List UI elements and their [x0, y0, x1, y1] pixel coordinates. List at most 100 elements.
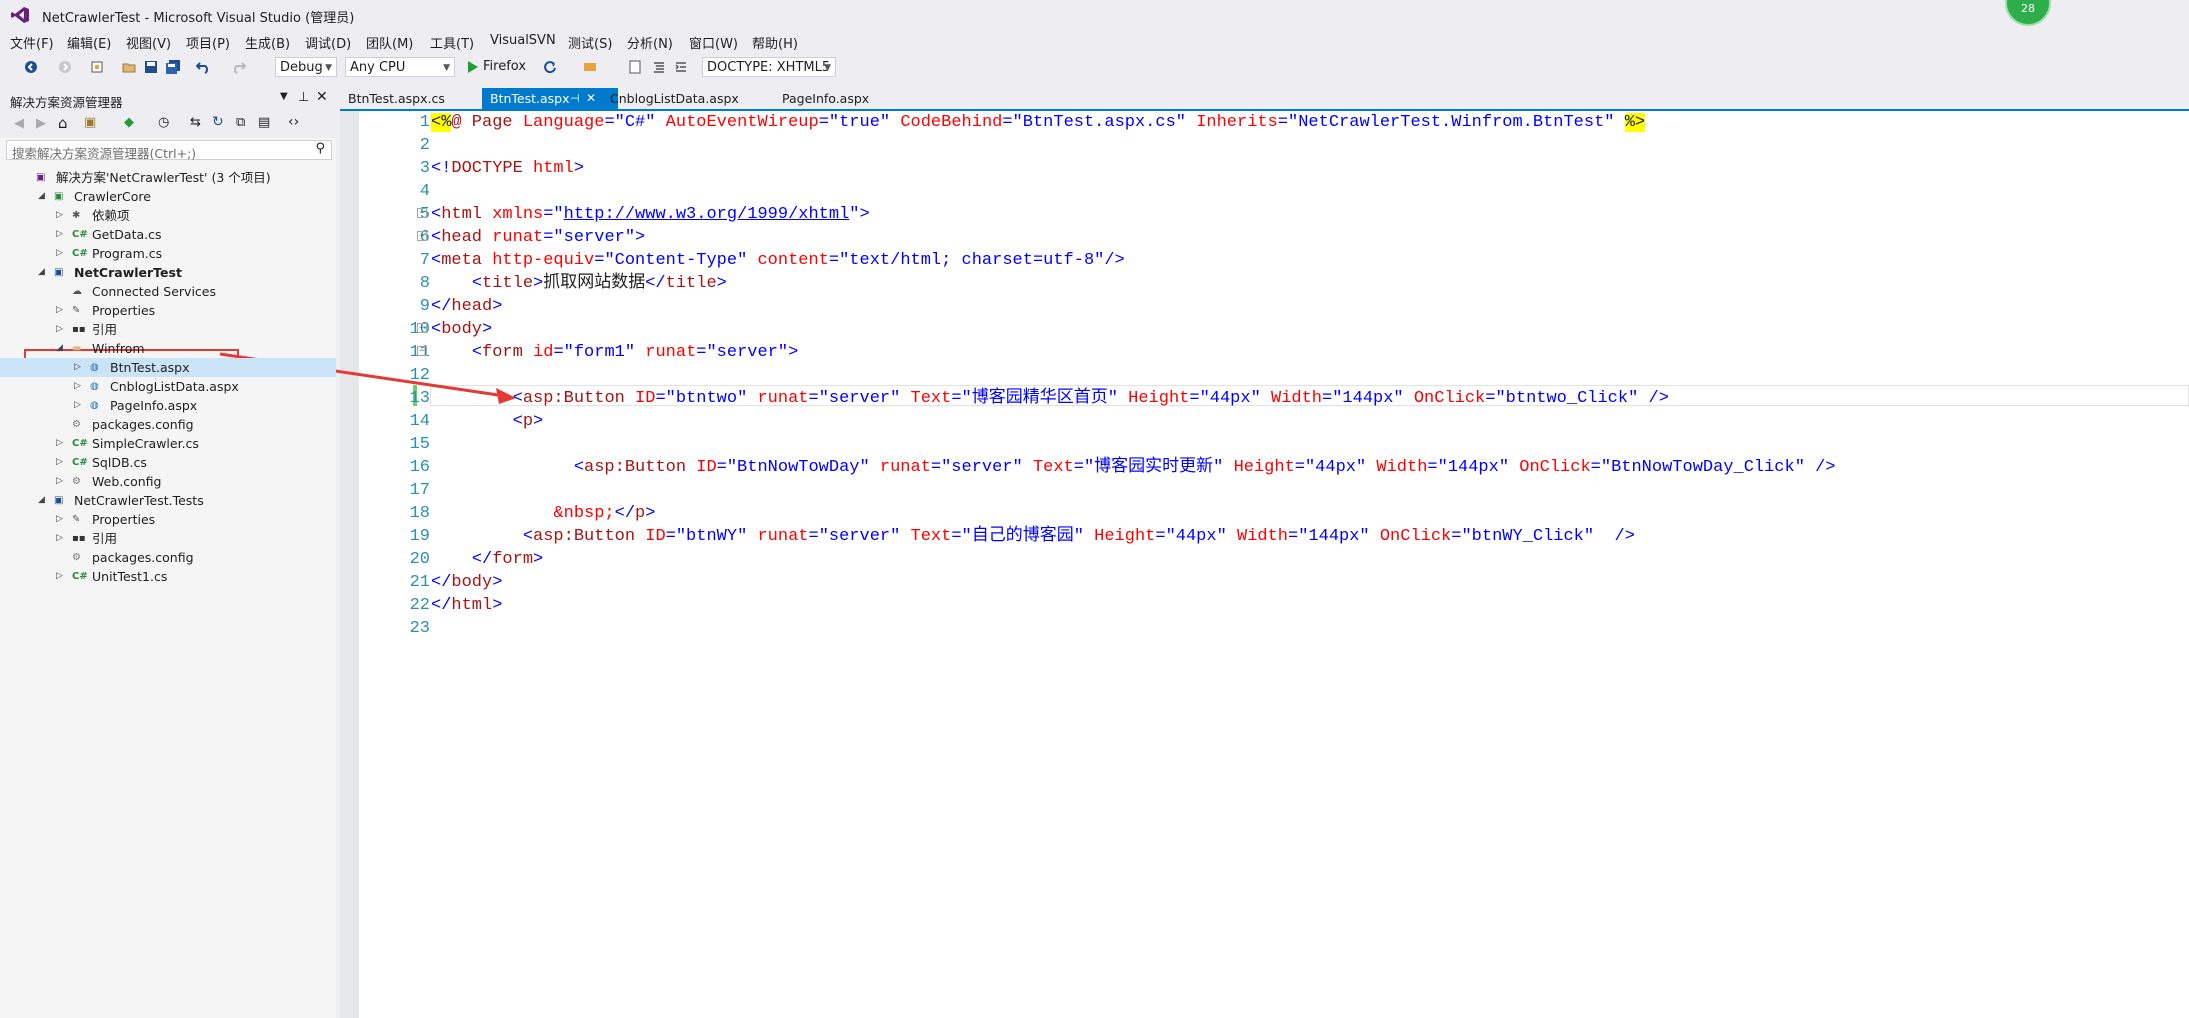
collapsed-arrow-icon[interactable]: ▷ [74, 396, 84, 415]
tree-item[interactable]: ▷ C# GetData.cs [0, 225, 336, 244]
collapsed-arrow-icon[interactable]: ▷ [56, 472, 66, 491]
code-line[interactable]: 13 <asp:Button ID="btntwo" runat="server… [340, 387, 2189, 410]
history-icon[interactable]: ◷ [158, 115, 169, 130]
code-line[interactable]: 11− <form id="form1" runat="server"> [340, 341, 2189, 364]
collapse-region-icon[interactable]: − [417, 323, 427, 333]
code-line[interactable]: 10− <body> [340, 318, 2189, 341]
forward-icon[interactable]: ▶ [36, 116, 46, 131]
sync-icon[interactable]: ⇆ [190, 115, 201, 130]
back-icon[interactable] [24, 60, 38, 74]
code-line[interactable]: 1 <%@ Page Language="C#" AutoEventWireup=… [340, 111, 2189, 134]
tree-item[interactable]: ▷ ⚙ Web.config [0, 472, 336, 491]
tree-item[interactable]: ☁ Connected Services [0, 282, 336, 301]
browser-target-label[interactable]: Firefox [483, 57, 526, 77]
tree-item[interactable]: ⚙ packages.config [0, 415, 336, 434]
menu-build[interactable]: 生成(B) [245, 33, 290, 52]
close-icon[interactable]: ✕ [586, 88, 596, 109]
collapse-all-icon[interactable]: ⧉ [236, 115, 245, 130]
forward-icon[interactable] [58, 60, 72, 74]
tree-item[interactable]: ▷ ▪▪ 引用 [0, 320, 336, 339]
menu-team[interactable]: 团队(M) [366, 33, 413, 52]
pending-changes-icon[interactable]: ◆ [124, 115, 134, 130]
menu-visualsvn[interactable]: VisualSVN [490, 33, 556, 48]
collapsed-arrow-icon[interactable]: ▷ [56, 529, 66, 548]
notification-badge[interactable]: 28 [2005, 0, 2051, 26]
tree-item[interactable]: ▷ ▪▪ 引用 [0, 529, 336, 548]
menu-file[interactable]: 文件(F) [10, 33, 54, 52]
code-line[interactable]: 18 &nbsp;</p> [340, 502, 2189, 525]
save-all-icon[interactable] [166, 60, 180, 74]
refresh-icon[interactable]: ↻ [212, 114, 224, 130]
tree-item[interactable]: ▷ ✎ Properties [0, 301, 336, 320]
solution-configuration-select[interactable]: Debug ▼ [275, 57, 337, 77]
tab-pageinfo-aspx[interactable]: PageInfo.aspx [774, 88, 877, 109]
code-line[interactable]: 20 </form> [340, 548, 2189, 571]
code-line[interactable]: 14 <p> [340, 410, 2189, 433]
home-icon[interactable]: ⌂ [58, 114, 68, 132]
menu-debug[interactable]: 调试(D) [305, 33, 351, 52]
tab-btntest-aspx[interactable]: BtnTest.aspx ⊣ ✕ [482, 88, 618, 109]
menu-test[interactable]: 测试(S) [568, 33, 612, 52]
refresh-icon[interactable] [543, 60, 557, 74]
code-line[interactable]: 15 [340, 433, 2189, 456]
code-line[interactable]: 5− <html xmlns="http://www.w3.org/1999/xh… [340, 203, 2189, 226]
show-all-files-icon[interactable]: ▤ [258, 115, 270, 130]
document-outline-icon[interactable] [628, 60, 642, 74]
new-project-icon[interactable] [90, 60, 104, 74]
tree-item[interactable]: ▷ ✎ Properties [0, 510, 336, 529]
tree-item[interactable]: ◢ ▣ NetCrawlerTest.Tests [0, 491, 336, 510]
code-line[interactable]: 16 <asp:Button ID="BtnNowTowDay" runat="… [340, 456, 2189, 479]
code-line[interactable]: 8 <title>抓取网站数据</title> [340, 272, 2189, 295]
doctype-select[interactable]: DOCTYPE: XHTML5 ▼ [702, 57, 836, 77]
menu-window[interactable]: 窗口(W) [689, 33, 738, 52]
menu-edit[interactable]: 编辑(E) [67, 33, 111, 52]
indent-icon[interactable] [674, 60, 688, 74]
tree-item[interactable]: ▷ C# SqlDB.cs [0, 453, 336, 472]
code-line[interactable]: 23 [340, 617, 2189, 640]
code-line[interactable]: 17 [340, 479, 2189, 502]
code-line[interactable]: 19 <asp:Button ID="btnWY" runat="server"… [340, 525, 2189, 548]
menu-tools[interactable]: 工具(T) [430, 33, 474, 52]
code-line[interactable]: 21 </body> [340, 571, 2189, 594]
collapsed-arrow-icon[interactable]: ▷ [56, 244, 66, 263]
menu-project[interactable]: 项目(P) [186, 33, 230, 52]
collapse-region-icon[interactable]: − [417, 346, 427, 356]
expanded-arrow-icon[interactable]: ◢ [38, 491, 48, 510]
menu-help[interactable]: 帮助(H) [752, 33, 798, 52]
collapsed-arrow-icon[interactable]: ▷ [56, 301, 66, 320]
code-line[interactable]: 6− <head runat="server"> [340, 226, 2189, 249]
collapsed-arrow-icon[interactable]: ▷ [56, 434, 66, 453]
tree-item[interactable]: ▷ C# Program.cs [0, 244, 336, 263]
tree-item[interactable]: ▷ C# UnitTest1.cs [0, 567, 336, 586]
menu-view[interactable]: 视图(V) [126, 33, 171, 52]
close-icon[interactable]: ✕ [316, 89, 328, 105]
code-line[interactable]: 22 </html> [340, 594, 2189, 617]
start-debugging-icon[interactable] [465, 60, 479, 74]
tree-item[interactable]: ▣ 解决方案'NetCrawlerTest' (3 个项目) [0, 168, 336, 187]
collapsed-arrow-icon[interactable]: ▷ [56, 320, 66, 339]
panel-dropdown-icon[interactable]: ▼ [280, 91, 288, 102]
code-line[interactable]: 9 </head> [340, 295, 2189, 318]
tab-cnbloglistdata-aspx[interactable]: CnblogListData.aspx [602, 88, 747, 109]
tree-item[interactable]: ⚙ packages.config [0, 548, 336, 567]
collapsed-arrow-icon[interactable]: ▷ [56, 225, 66, 244]
code-line[interactable]: 2 [340, 134, 2189, 157]
collapsed-arrow-icon[interactable]: ▷ [56, 453, 66, 472]
expanded-arrow-icon[interactable]: ◢ [38, 187, 48, 206]
collapsed-arrow-icon[interactable]: ▷ [56, 510, 66, 529]
undo-icon[interactable] [196, 60, 210, 74]
menu-analyze[interactable]: 分析(N) [627, 33, 673, 52]
format-document-icon[interactable] [652, 60, 666, 74]
expanded-arrow-icon[interactable]: ◢ [56, 339, 66, 358]
collapsed-arrow-icon[interactable]: ▷ [56, 206, 66, 225]
tree-item[interactable]: ▷ C# SimpleCrawler.cs [0, 434, 336, 453]
collapsed-arrow-icon[interactable]: ▷ [74, 358, 84, 377]
expanded-arrow-icon[interactable]: ◢ [38, 263, 48, 282]
open-file-icon[interactable] [122, 60, 136, 74]
save-icon[interactable] [144, 60, 158, 74]
tree-item[interactable]: ◢ ▣ NetCrawlerTest [0, 263, 336, 282]
collapse-region-icon[interactable]: − [417, 231, 427, 241]
code-line[interactable]: 7 <meta http-equiv="Content-Type" content… [340, 249, 2189, 272]
solution-search-input[interactable]: 搜索解决方案资源管理器(Ctrl+;) ⚲ [6, 140, 332, 161]
pin-icon[interactable]: ⊥ [298, 90, 309, 105]
